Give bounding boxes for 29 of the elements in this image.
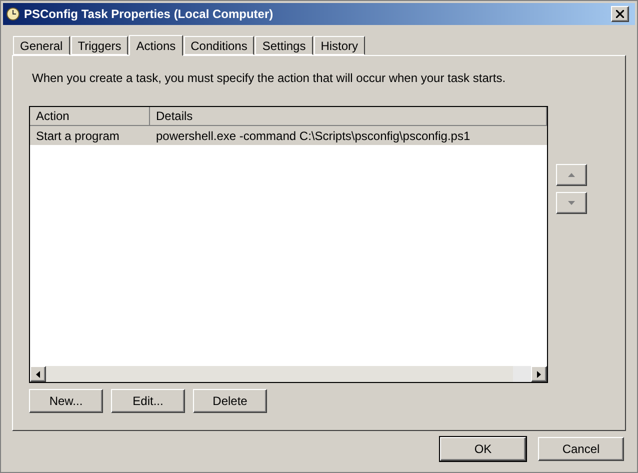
window-title: PSConfig Task Properties (Local Computer) — [24, 6, 274, 23]
close-button[interactable] — [611, 6, 629, 22]
dialog-button[interactable]: Cancel — [538, 437, 624, 461]
column-header[interactable]: Action — [30, 107, 150, 125]
description-text: When you create a task, you must specify the action that will occur when your task starts. — [32, 70, 507, 87]
tab[interactable]: Conditions — [184, 36, 254, 55]
tab[interactable]: Actions — [129, 35, 183, 56]
right-arrow-icon — [537, 370, 541, 378]
move-up-button[interactable] — [556, 164, 587, 186]
left-arrow-icon — [36, 370, 40, 378]
scroll-thumb[interactable] — [513, 366, 531, 382]
move-down-button[interactable] — [556, 192, 587, 214]
tab[interactable]: Triggers — [70, 36, 128, 55]
table-cell-text: powershell.exe -command C:\Scripts\psconfig\psconfig.ps1 — [155, 128, 472, 144]
action-button[interactable]: Edit... — [111, 389, 185, 413]
tab[interactable]: Settings — [255, 36, 313, 55]
dialog-button[interactable]: OK — [440, 437, 526, 461]
down-arrow-icon — [568, 201, 575, 205]
table-cell-text: Start a program — [35, 128, 120, 144]
action-button[interactable]: New... — [29, 389, 103, 413]
action-button[interactable]: Delete — [193, 389, 267, 413]
close-icon — [616, 10, 624, 18]
table-row[interactable]: Start a program powershell.exe -command C:\Scripts\psconfig\psconfig.ps1 — [30, 126, 547, 145]
up-arrow-icon — [568, 173, 575, 177]
tab[interactable]: General — [13, 36, 70, 55]
clock-icon — [6, 7, 20, 21]
horizontal-scrollbar[interactable] — [30, 366, 547, 382]
tab[interactable]: History — [314, 36, 366, 55]
column-header[interactable]: Details — [150, 107, 547, 125]
